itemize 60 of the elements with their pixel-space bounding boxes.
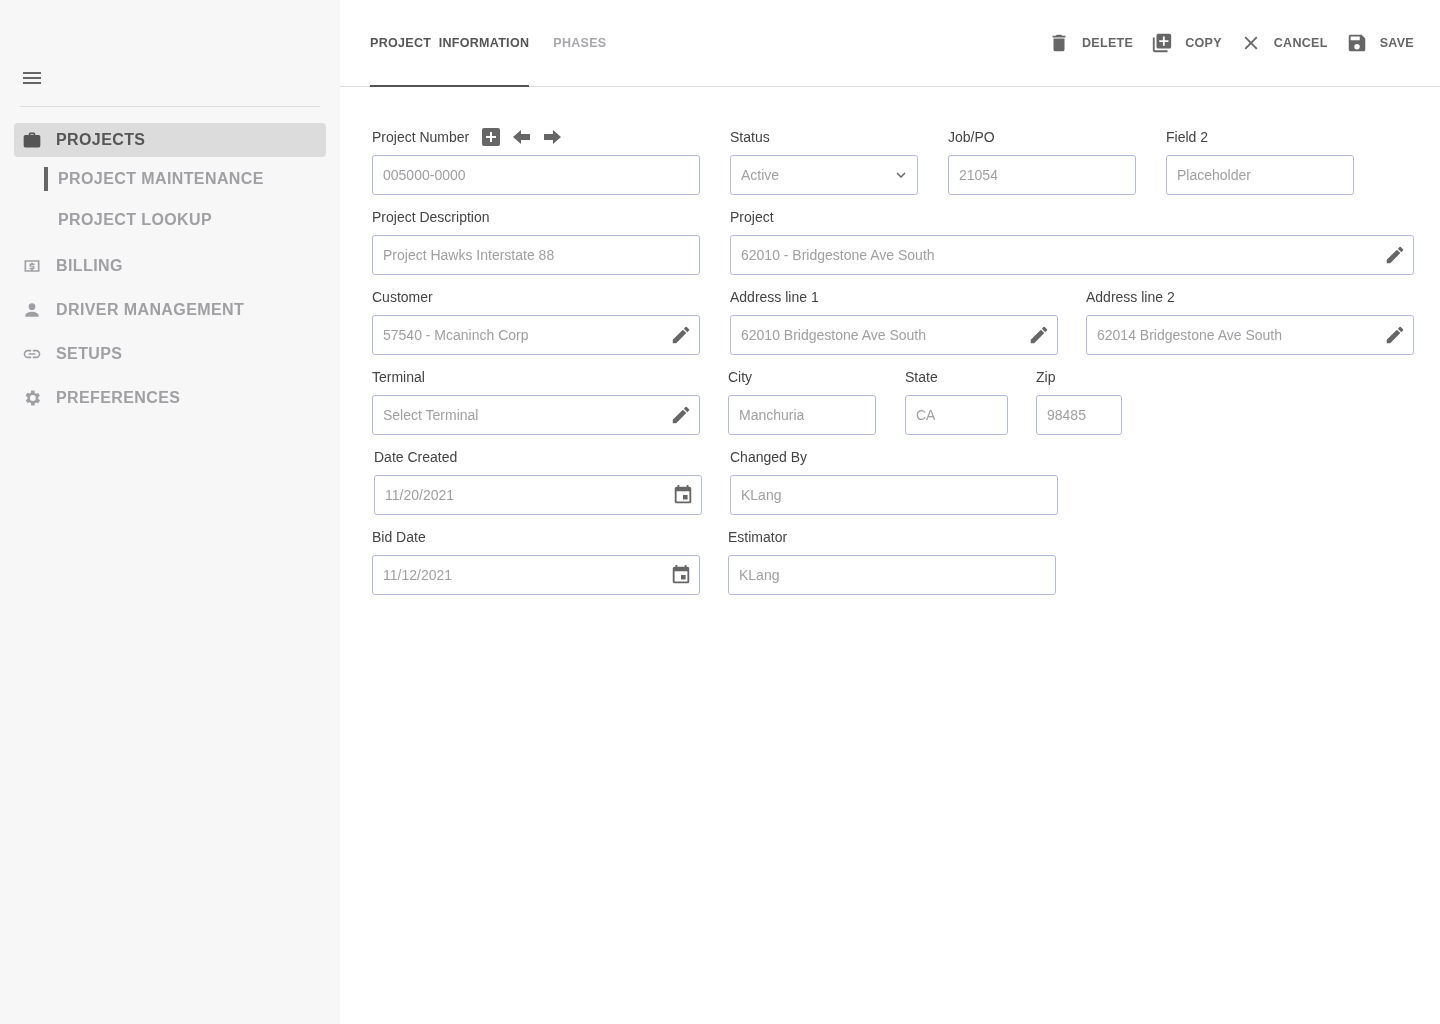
field-label: Estimator [728, 529, 788, 545]
input-field[interactable]: Project Hawks Interstate 88 [372, 235, 700, 275]
sidebar-item[interactable]: PROJECTS [14, 123, 326, 157]
field-label: Date Created [374, 449, 458, 465]
toolbar-button[interactable]: DELETE [1048, 32, 1134, 54]
field-label: Zip [1036, 369, 1056, 385]
person-icon [22, 300, 42, 320]
sidebar-item[interactable]: BILLING [14, 249, 326, 283]
field-label: Bid Date [372, 529, 426, 545]
input-field[interactable]: CA [905, 395, 1008, 435]
sidebar-subitem[interactable]: PROJECT MAINTENANCE [44, 167, 326, 191]
field-label: Customer [372, 289, 433, 305]
sidebar-item[interactable]: PREFERENCES [14, 381, 326, 415]
input-field[interactable]: 57540 - Mcaninch Corp [372, 315, 700, 355]
sidebar-item[interactable]: SETUPS [14, 337, 326, 371]
input-field[interactable]: 98485 [1036, 395, 1122, 435]
input-field[interactable]: 21054 [948, 155, 1136, 195]
toolbar-button[interactable]: CANCEL [1239, 32, 1328, 54]
field-label: City [728, 369, 753, 385]
field-label: State [905, 369, 938, 385]
pencil-icon[interactable] [1028, 324, 1050, 346]
field-label: Project [730, 209, 774, 225]
input-field[interactable]: Placeholder [1166, 155, 1354, 195]
toolbar-button[interactable]: SAVE [1345, 32, 1414, 54]
field-label: Address line 1 [730, 289, 819, 305]
input-field[interactable]: 62014 Bridgestone Ave South [1086, 315, 1414, 355]
input-field[interactable]: Manchuria [728, 395, 876, 435]
input-field[interactable]: 62010 Bridgestone Ave South [730, 315, 1058, 355]
field-label: Project Number [372, 129, 470, 145]
pencil-icon[interactable] [1384, 244, 1406, 266]
field-label: Address line 2 [1086, 289, 1175, 305]
add-copy-icon [1151, 32, 1174, 54]
input-field[interactable]: Select Terminal [372, 395, 700, 435]
field-label: Terminal [372, 369, 425, 385]
input-field[interactable]: 11/12/2021 [372, 555, 700, 595]
tab[interactable]: PROJECT INFORMATION [370, 0, 530, 87]
field-label: Project Description [372, 209, 490, 225]
input-field[interactable]: KLang [728, 555, 1056, 595]
pencil-icon[interactable] [1384, 324, 1406, 346]
calendar-icon[interactable] [670, 564, 692, 586]
briefcase-icon [22, 130, 42, 150]
field-label: Changed By [730, 449, 808, 465]
field-label: Job/PO [948, 129, 995, 145]
calendar-icon[interactable] [672, 484, 694, 506]
pencil-icon[interactable] [670, 324, 692, 346]
input-field[interactable]: KLang [730, 475, 1058, 515]
field-label: Field 2 [1166, 129, 1209, 145]
sidebar-subitem[interactable]: PROJECT LOOKUP [44, 208, 326, 232]
input-field[interactable]: 62010 - Bridgestone Ave South [730, 235, 1414, 275]
pencil-icon[interactable] [670, 404, 692, 426]
sidebar-item[interactable]: DRIVER MANAGEMENT [14, 293, 326, 327]
add-icon[interactable] [481, 127, 502, 147]
input-field[interactable]: 005000-0000 [372, 155, 700, 195]
left-arrow-icon[interactable] [513, 129, 532, 145]
toolbar-button[interactable]: COPY [1151, 32, 1222, 54]
field-label: Status [730, 129, 770, 145]
dropdown-field[interactable]: Active [730, 155, 918, 195]
right-arrow-icon[interactable] [543, 129, 562, 145]
tab[interactable]: PHASES [553, 0, 607, 87]
input-field[interactable]: 11/20/2021 [374, 475, 702, 515]
